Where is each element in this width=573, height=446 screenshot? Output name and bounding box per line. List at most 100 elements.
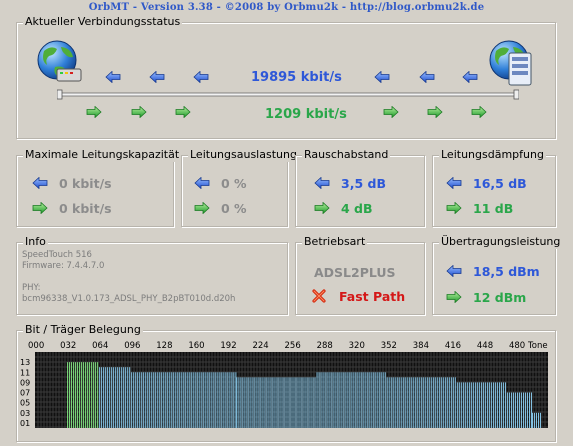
bit-bar	[229, 372, 231, 428]
bit-bar	[147, 372, 149, 428]
bit-bar	[101, 367, 103, 428]
bit-bar	[312, 377, 314, 428]
bit-bar	[242, 377, 244, 428]
bit-bar	[69, 362, 71, 428]
bit-bar	[484, 382, 486, 428]
x-tick-label: 384	[413, 341, 429, 351]
bit-bar	[516, 392, 518, 428]
bit-bar	[153, 372, 155, 428]
bit-bar	[262, 377, 264, 428]
device-name: SpeedTouch 516	[22, 250, 92, 260]
blue-left-arrow-icon	[105, 71, 121, 83]
bit-bar	[380, 372, 382, 428]
bit-bar	[322, 372, 324, 428]
bit-bar	[520, 392, 522, 428]
power-up: 12 dBm	[473, 290, 527, 305]
bit-bar	[436, 377, 438, 428]
bit-bar	[179, 372, 181, 428]
bit-bar	[320, 372, 322, 428]
bit-bar	[539, 412, 541, 428]
power-down: 18,5 dBm	[473, 264, 540, 279]
phy-value: bcm96338_V1.0.173_ADSL_PHY_B2pBT010d.d20…	[22, 294, 236, 304]
bit-bar	[131, 372, 133, 428]
bit-bar	[410, 377, 412, 428]
blue-left-arrow-icon	[314, 177, 330, 189]
bit-bar	[197, 372, 199, 428]
bit-bar	[382, 372, 384, 428]
bit-bar	[248, 377, 250, 428]
bit-bar	[139, 372, 141, 428]
bit-bar	[199, 372, 201, 428]
x-tick-label: 448	[477, 341, 493, 351]
bit-bar	[376, 372, 378, 428]
bit-bar	[444, 377, 446, 428]
bit-bar	[107, 367, 109, 428]
bit-bar	[406, 377, 408, 428]
green-right-arrow-icon	[86, 106, 102, 118]
bit-bar	[227, 372, 229, 428]
utilization-label: Leitungsauslastung	[188, 148, 299, 162]
info-label: Info	[23, 235, 48, 249]
max-capacity-down: 0 kbit/s	[59, 176, 112, 191]
bit-bar	[157, 372, 159, 428]
x-tick-label: 160	[188, 341, 204, 351]
bit-bar	[362, 372, 364, 428]
x-tick-label: 256	[285, 341, 301, 351]
bit-bar	[125, 367, 127, 428]
upstream-rate: 1209 kbit/s	[265, 107, 347, 122]
bit-bar	[127, 367, 129, 428]
bit-bar	[428, 377, 430, 428]
bit-bar	[292, 377, 294, 428]
bit-bar	[167, 372, 169, 428]
bit-bar	[526, 392, 528, 428]
bit-bar	[280, 377, 282, 428]
bit-bar	[468, 382, 470, 428]
bit-bar	[201, 372, 203, 428]
bit-bar	[129, 367, 131, 428]
y-tick-label: 07	[20, 389, 30, 398]
bitloading-group: Bit / Träger Belegung 000 032 064 096 128 160…	[16, 323, 556, 442]
bit-bar	[81, 362, 83, 428]
green-right-arrow-icon	[175, 106, 191, 118]
bit-bar	[300, 377, 302, 428]
bit-bar	[500, 382, 502, 428]
bit-bar	[422, 377, 424, 428]
blue-left-arrow-icon	[32, 177, 48, 189]
bit-bar	[522, 392, 524, 428]
bit-bar	[336, 372, 338, 428]
bitloading-chart: 000 032 064 096 128 160 192 224 256 288 320 352 384 4…	[20, 341, 548, 428]
bit-bar	[334, 372, 336, 428]
bit-bar	[163, 372, 165, 428]
bit-bar	[79, 362, 81, 428]
bit-bar	[137, 372, 139, 428]
bit-bar	[364, 372, 366, 428]
bit-bar	[476, 382, 478, 428]
bit-bar	[416, 377, 418, 428]
bit-bar	[117, 367, 119, 428]
y-tick-label: 09	[20, 378, 30, 387]
bit-bar	[490, 382, 492, 428]
bit-bar	[175, 372, 177, 428]
green-right-arrow-icon	[446, 291, 462, 303]
bit-bar	[464, 382, 466, 428]
utilization-down: 0 %	[221, 176, 247, 191]
bit-bar	[498, 382, 500, 428]
green-right-arrow-icon	[446, 202, 462, 214]
bit-bar	[368, 372, 370, 428]
bit-bar	[326, 372, 328, 428]
blue-left-arrow-icon	[193, 71, 209, 83]
bit-bar	[221, 372, 223, 428]
bit-bar	[83, 362, 85, 428]
bit-bar	[440, 377, 442, 428]
blue-left-arrow-icon	[419, 71, 435, 83]
bit-bar	[236, 377, 238, 428]
blue-left-arrow-icon	[149, 71, 165, 83]
bit-bar	[531, 412, 533, 428]
bit-bar	[318, 372, 320, 428]
bit-bar	[185, 372, 187, 428]
snr-label: Rauschabstand	[302, 148, 391, 162]
bit-bar	[358, 372, 360, 428]
bit-bar	[426, 377, 428, 428]
x-tick-label: 192	[220, 341, 236, 351]
attenuation-label: Leitungsdämpfung	[439, 148, 546, 162]
